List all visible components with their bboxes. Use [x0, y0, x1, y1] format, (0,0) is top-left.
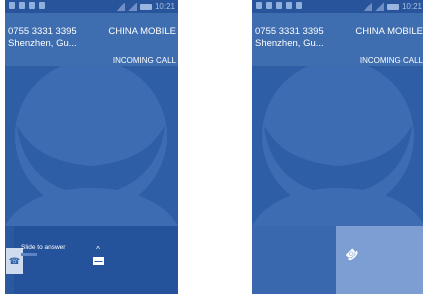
caller-number: 0755 3331 3395 [8, 26, 77, 37]
status-bar: 10:21 [5, 0, 178, 13]
caller-number: 0755 3331 3395 [255, 26, 324, 37]
carrier-name: CHINA MOBILE [108, 26, 176, 37]
signal-icon [115, 2, 125, 11]
signal-icon [374, 2, 384, 11]
status-time: 10:21 [401, 2, 422, 11]
message-envelope-icon [92, 257, 104, 265]
caller-info: 0755 3331 3395 Shenzhen, Gu... CHINA MOB… [5, 13, 178, 66]
status-time: 10:21 [154, 2, 175, 11]
phone-handset-icon: ☎ [8, 255, 21, 266]
call-actions: ☎ [252, 226, 423, 294]
notification-icon [39, 2, 45, 9]
signal-icon [362, 2, 372, 11]
person-silhouette-icon [5, 66, 178, 226]
slide-hint-line [21, 253, 37, 256]
missed-call-icon [9, 2, 15, 9]
incoming-call-screen-left: 10:21 0755 3331 3395 Shenzhen, Gu... CHI… [5, 0, 178, 294]
reply-message-button[interactable]: ^ [86, 246, 110, 290]
notification-icon [286, 2, 292, 9]
battery-icon [386, 3, 399, 10]
slide-to-answer-label: Slide to answer [21, 244, 66, 251]
caller-info: 0755 3331 3395 Shenzhen, Gu... CHINA MOB… [252, 13, 423, 66]
notification-icon [266, 2, 272, 9]
status-bar: 10:21 [252, 0, 423, 13]
call-state-label: INCOMING CALL [112, 56, 176, 65]
notification-icons [256, 2, 302, 9]
notification-icon [19, 2, 25, 9]
answer-call-target[interactable]: ☎ [336, 226, 423, 294]
image-icon [276, 2, 282, 9]
battery-icon [139, 3, 152, 10]
person-silhouette-icon [252, 66, 423, 226]
notification-icons [9, 2, 45, 9]
slide-to-answer-area[interactable]: ☎ Slide to answer ^ [6, 226, 178, 294]
status-indicators: 10:21 [115, 1, 175, 12]
call-state-label: INCOMING CALL [359, 56, 423, 65]
phone-handset-icon[interactable]: ☎ [342, 245, 360, 263]
signal-icon [127, 2, 137, 11]
answer-call-icon[interactable]: ☎ [6, 248, 23, 274]
carrier-name: CHINA MOBILE [355, 26, 423, 37]
call-actions: ☎ Slide to answer ^ [5, 226, 178, 294]
image-icon [29, 2, 35, 9]
chevron-up-icon: ^ [96, 245, 100, 254]
missed-call-icon [256, 2, 262, 9]
notification-icon [296, 2, 302, 9]
incoming-call-screen-right: 10:21 0755 3331 3395 Shenzhen, Gu... CHI… [252, 0, 423, 294]
caller-location: Shenzhen, Gu... [255, 38, 324, 49]
caller-location: Shenzhen, Gu... [8, 38, 77, 49]
status-indicators: 10:21 [362, 1, 422, 12]
